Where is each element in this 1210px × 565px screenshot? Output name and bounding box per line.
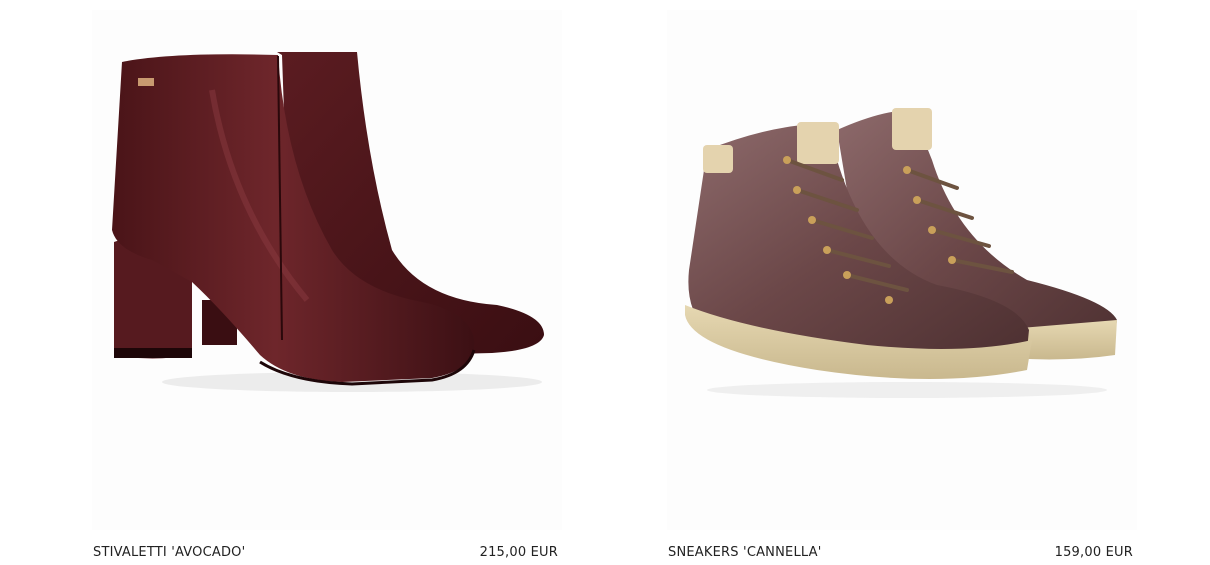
ankle-boots-illustration <box>112 52 544 392</box>
product-grid: STIVALETTI 'AVOCADO' 215,00 EUR SNEAKERS… <box>0 0 1210 565</box>
product-price: 159,00 EUR <box>1054 545 1133 560</box>
product-name[interactable]: SNEAKERS 'CANNELLA' <box>668 545 822 560</box>
product-card[interactable]: STIVALETTI 'AVOCADO' 215,00 EUR <box>92 0 562 565</box>
velvet-sneakers-illustration <box>685 108 1117 398</box>
product-name[interactable]: STIVALETTI 'AVOCADO' <box>93 545 245 560</box>
product-image[interactable] <box>92 10 562 530</box>
product-price: 215,00 EUR <box>479 545 558 560</box>
product-image[interactable] <box>667 10 1137 530</box>
product-card[interactable]: SNEAKERS 'CANNELLA' 159,00 EUR <box>667 0 1137 565</box>
